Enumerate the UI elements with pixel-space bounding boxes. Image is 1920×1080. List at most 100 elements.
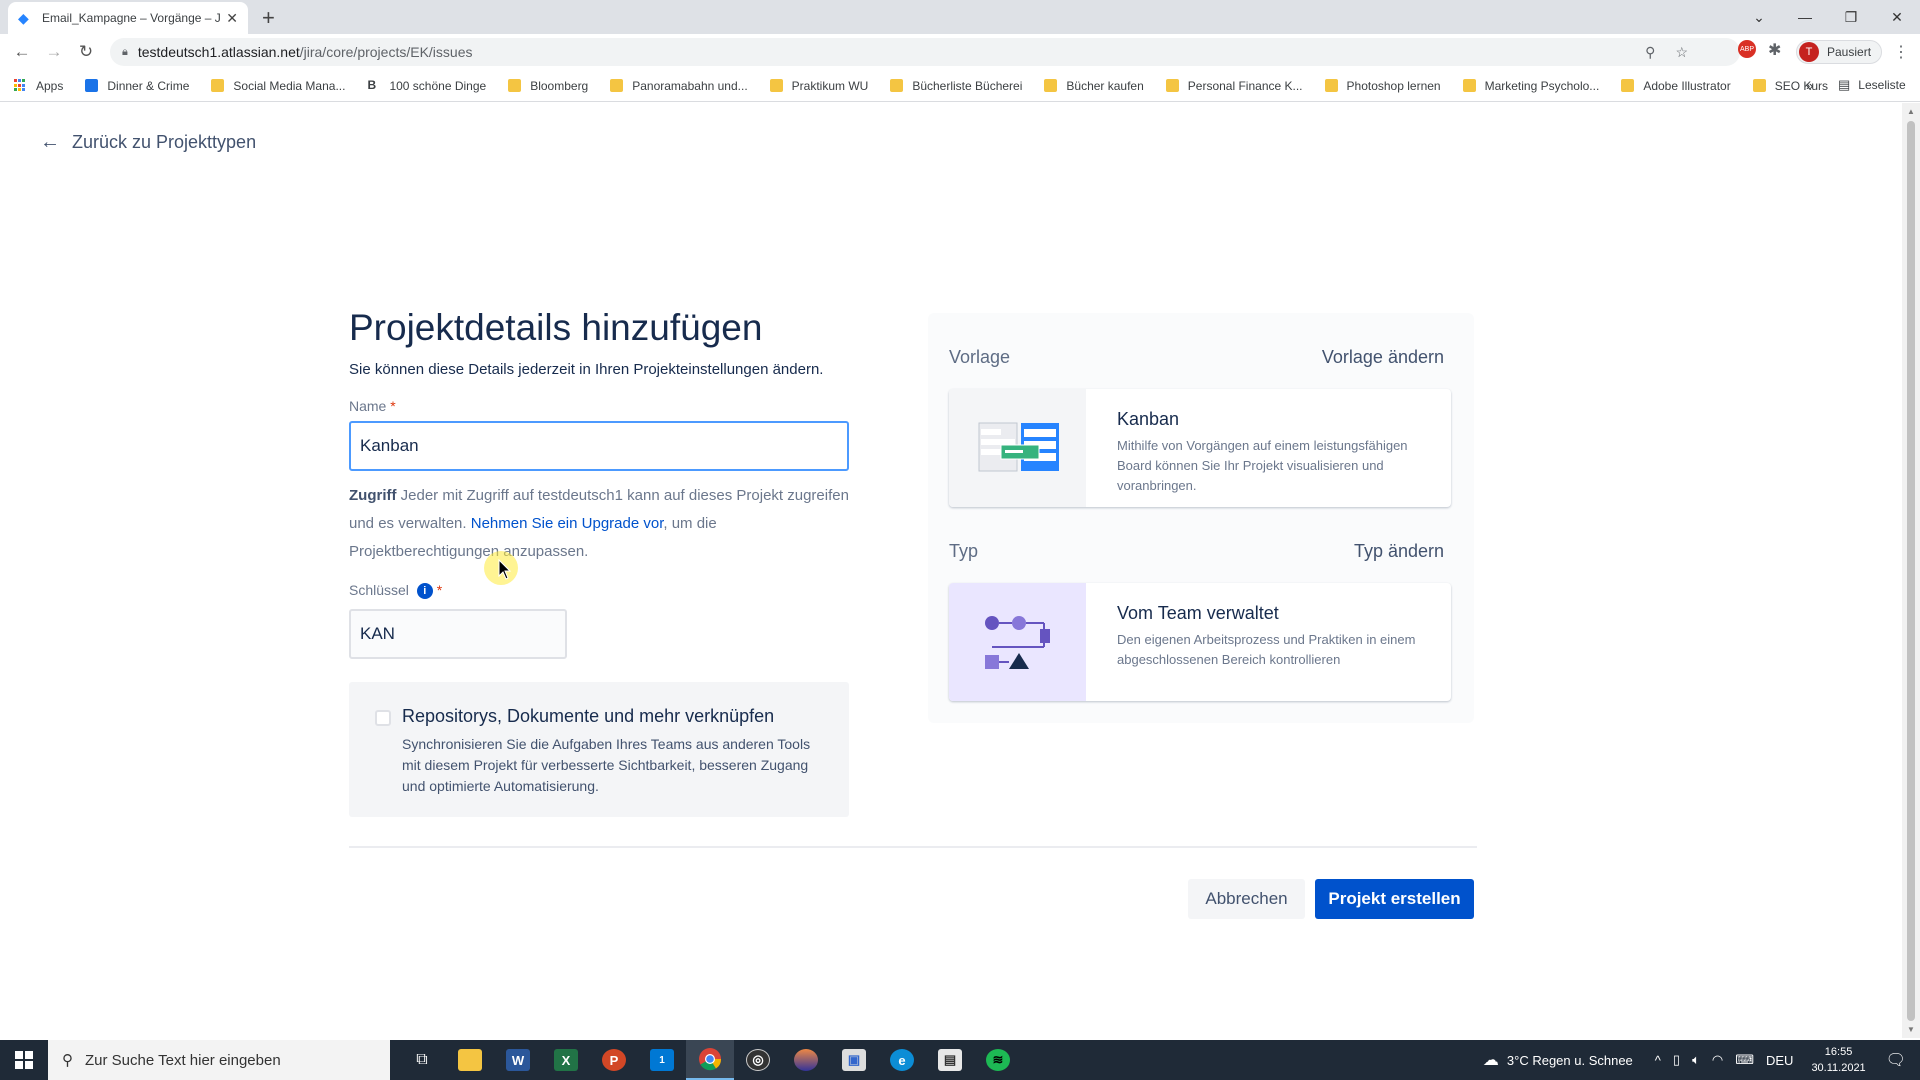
chrome-icon[interactable]: [686, 1040, 734, 1080]
bookmark-item[interactable]: Bloomberg: [508, 79, 588, 93]
paint-app-icon[interactable]: ▣: [830, 1040, 878, 1080]
back-icon[interactable]: ←: [6, 42, 38, 62]
change-type-button[interactable]: Typ ändern: [1354, 541, 1444, 562]
folder-icon: [1324, 79, 1338, 92]
windows-start-icon[interactable]: [0, 1051, 48, 1069]
wifi-icon[interactable]: ◠: [1712, 1052, 1723, 1068]
zoom-icon[interactable]: ⚲: [1645, 44, 1655, 61]
tab-search-icon[interactable]: ⌄: [1736, 9, 1782, 26]
back-to-project-types-link[interactable]: ← Zurück zu Projekttypen: [40, 131, 256, 154]
kanban-board-illustration-icon: [949, 389, 1086, 507]
bookmark-item[interactable]: B 100 schöne Dinge: [367, 79, 486, 93]
file-explorer-icon[interactable]: [446, 1040, 494, 1080]
reading-list-button[interactable]: ▤ Leseliste: [1838, 77, 1906, 93]
omnibox-actions: ⚲ ☆: [1645, 44, 1688, 61]
media-app-icon[interactable]: [782, 1040, 830, 1080]
required-mark: *: [436, 582, 443, 598]
divider: [349, 846, 1477, 848]
windows-taskbar: ⚲ Zur Suche Text hier eingeben ⧉ W X P 1…: [0, 1040, 1920, 1080]
connect-repositories-checkbox[interactable]: [375, 710, 391, 726]
reload-icon[interactable]: ↻: [70, 42, 102, 62]
key-field[interactable]: KAN: [349, 609, 567, 659]
bookmark-item[interactable]: Dinner & Crime: [85, 79, 189, 93]
extensions-puzzle-icon[interactable]: ✱: [1768, 40, 1781, 60]
bookmark-item[interactable]: Personal Finance K...: [1165, 79, 1303, 93]
document-app-icon[interactable]: ▤: [926, 1040, 974, 1080]
bookmark-item[interactable]: SEO Kurs: [1752, 79, 1828, 93]
bookmark-item[interactable]: Marketing Psycholo...: [1462, 79, 1599, 93]
obs-icon[interactable]: ◎: [734, 1040, 782, 1080]
keyboard-icon[interactable]: ⌨: [1735, 1052, 1754, 1068]
tab-title: Email_Kampagne – Vorgänge – J: [42, 11, 221, 25]
restore-icon[interactable]: ❐: [1828, 9, 1874, 26]
spotify-icon[interactable]: ≋: [974, 1040, 1022, 1080]
scrollbar-thumb[interactable]: [1907, 121, 1915, 1021]
task-view-icon[interactable]: ⧉: [398, 1040, 446, 1080]
powerpoint-icon[interactable]: P: [590, 1040, 638, 1080]
name-field[interactable]: Kanban: [349, 421, 849, 471]
system-tray: ☁ 3°C Regen u. Schnee ^ ▯ 🔈︎ ◠ ⌨ DEU 16:…: [1483, 1040, 1912, 1080]
excel-icon[interactable]: X: [542, 1040, 590, 1080]
cancel-button[interactable]: Abbrechen: [1188, 879, 1305, 919]
profile-button[interactable]: T Pausiert: [1796, 40, 1883, 64]
site-icon: [85, 79, 99, 92]
new-tab-icon[interactable]: +: [262, 5, 275, 31]
taskbar-search-field[interactable]: ⚲ Zur Suche Text hier eingeben: [48, 1040, 390, 1080]
type-name: Vom Team verwaltet: [1117, 603, 1279, 623]
required-mark: *: [390, 398, 396, 414]
jira-favicon-icon: ◆: [18, 10, 29, 26]
folder-icon: [1752, 79, 1766, 92]
browser-menu-icon[interactable]: ⋮: [1893, 42, 1909, 62]
browser-tab[interactable]: ◆ Email_Kampagne – Vorgänge – J ✕: [8, 2, 248, 34]
template-name: Kanban: [1117, 409, 1180, 429]
edge-icon[interactable]: e: [878, 1040, 926, 1080]
clock[interactable]: 16:55 30.11.2021: [1811, 1044, 1865, 1076]
adblock-extension-icon[interactable]: ABP: [1738, 40, 1756, 58]
team-managed-illustration-icon: [949, 583, 1086, 701]
device-icon[interactable]: ▯: [1673, 1052, 1680, 1068]
bookmark-item[interactable]: Adobe Illustrator: [1621, 79, 1731, 93]
reading-list-icon: ▤: [1838, 77, 1851, 92]
url-field[interactable]: 🔒︎ testdeutsch1.atlassian.net/jira/core/…: [110, 38, 1740, 66]
type-heading: Typ: [949, 541, 979, 561]
arrow-left-icon: ←: [40, 131, 60, 153]
bookmark-item[interactable]: Bücher kaufen: [1044, 79, 1144, 93]
notification-icon[interactable]: 🗨︎: [1886, 1050, 1906, 1070]
chevron-up-icon[interactable]: ^: [1655, 1053, 1661, 1068]
upgrade-link[interactable]: Nehmen Sie ein Upgrade vor: [471, 515, 664, 532]
mail-icon[interactable]: 1: [638, 1040, 686, 1080]
bookmark-item[interactable]: Social Media Mana...: [211, 79, 345, 93]
access-info: Zugriff Jeder mit Zugriff auf testdeutsc…: [349, 487, 849, 560]
folder-icon: [1044, 79, 1058, 92]
more-bookmarks-icon[interactable]: »: [1806, 78, 1813, 93]
bookmark-apps[interactable]: Apps: [14, 79, 63, 93]
bookmark-item[interactable]: Photoshop lernen: [1324, 79, 1441, 93]
bookmark-item[interactable]: Bücherliste Bücherei: [890, 79, 1022, 93]
name-label: Name *: [349, 398, 396, 414]
page-scrollbar[interactable]: ▲ ▼: [1902, 103, 1920, 1038]
create-project-button[interactable]: Projekt erstellen: [1315, 879, 1474, 919]
close-tab-icon[interactable]: ✕: [226, 10, 238, 27]
weather-widget[interactable]: ☁ 3°C Regen u. Schnee: [1483, 1050, 1633, 1070]
bookmark-item[interactable]: Panoramabahn und...: [610, 79, 748, 93]
url-host: testdeutsch1.atlassian.net: [137, 44, 300, 60]
forward-icon[interactable]: →: [38, 42, 70, 62]
repo-description: Synchronisieren Sie die Aufgaben Ihres T…: [402, 736, 811, 794]
folder-icon: [1462, 79, 1476, 92]
close-window-icon[interactable]: ✕: [1874, 9, 1920, 26]
bookmark-item[interactable]: Praktikum WU: [769, 79, 868, 93]
scroll-down-icon[interactable]: ▼: [1907, 1025, 1915, 1034]
scroll-up-icon[interactable]: ▲: [1907, 107, 1915, 116]
speaker-icon[interactable]: 🔈︎: [1692, 1052, 1700, 1068]
word-icon[interactable]: W: [494, 1040, 542, 1080]
minimize-icon[interactable]: —: [1782, 9, 1828, 25]
repo-title: Repositorys, Dokumente und mehr verknüpf…: [402, 706, 775, 726]
window-controls: ⌄ — ❐ ✕: [1736, 0, 1920, 34]
folder-icon: [508, 79, 522, 92]
search-icon: ⚲: [62, 1052, 73, 1069]
info-icon[interactable]: i: [416, 583, 433, 600]
profile-status: Pausiert: [1827, 45, 1872, 59]
language-indicator[interactable]: DEU: [1766, 1053, 1793, 1068]
bookmark-star-icon[interactable]: ☆: [1675, 44, 1688, 61]
change-template-button[interactable]: Vorlage ändern: [1322, 347, 1444, 368]
